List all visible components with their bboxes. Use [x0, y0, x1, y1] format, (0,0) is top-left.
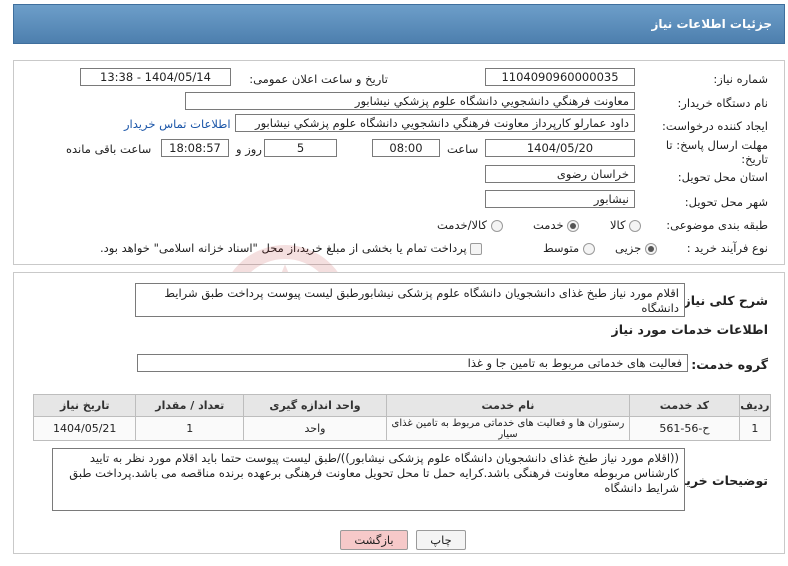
province-label: استان محل تحویل: — [677, 170, 768, 184]
days-field: 5 — [264, 139, 337, 157]
process-label: نوع فرآیند خرید : — [686, 241, 768, 255]
need-date-cell: 1404/05/21 — [32, 416, 137, 441]
need-number-label: شماره نیاز: — [713, 72, 768, 86]
services-section-title: اطلاعات خدمات مورد نیاز — [611, 322, 769, 337]
radio-selected-icon[interactable] — [567, 220, 580, 232]
qty-cell: 1 — [135, 416, 245, 441]
deadline-label: مهلت ارسال پاسخ: تا تاریخ: — [665, 138, 768, 166]
summary-label: شرح کلی نیاز: — [678, 293, 768, 308]
service-group-label: گروه خدمت: — [691, 357, 768, 372]
buyer-notes-textarea: ((اقلام مورد نیاز طبخ غذای دانشجویان دان… — [52, 448, 685, 511]
city-field: نيشابور — [485, 190, 635, 208]
service-name-cell: رستوران ها و فعالیت های خدماتی مربوط به … — [385, 416, 631, 441]
days-label: روز و — [236, 142, 262, 156]
category-label: طبقه بندی موضوعی: — [666, 218, 768, 232]
category-option-kala-khedmat[interactable]: کالا/خدمت — [437, 218, 503, 232]
radio-selected-icon[interactable] — [644, 243, 657, 255]
process-option-motevaset[interactable]: متوسط — [543, 241, 595, 255]
deadline-time-label: ساعت — [447, 142, 479, 156]
announce-label: تاریخ و ساعت اعلان عمومی: — [249, 72, 388, 86]
col-code-header: کد خدمت — [629, 394, 740, 417]
announce-datetime-field: 1404/05/14 - 13:38 — [80, 68, 231, 86]
table-row: 1 ح-56-561 رستوران ها و فعالیت های خدمات… — [32, 416, 772, 441]
service-code-cell: ح-56-561 — [629, 416, 740, 441]
buyer-contact-link[interactable]: اطلاعات تماس خریدار — [124, 117, 231, 131]
page-header: جزئیات اطلاعات نیاز — [13, 4, 785, 44]
row-number-cell: 1 — [738, 416, 772, 441]
checkbox-icon[interactable] — [470, 243, 483, 255]
deadline-time-field: 08:00 — [372, 139, 440, 157]
city-label: شهر محل تحویل: — [684, 195, 768, 209]
radio-icon[interactable] — [629, 220, 642, 232]
buyer-org-label: نام دستگاه خریدار: — [677, 96, 768, 110]
radio-icon[interactable] — [582, 243, 595, 255]
need-number-field: 1104090960000035 — [485, 68, 635, 86]
back-button[interactable]: بازگشت — [340, 530, 408, 550]
col-name-header: نام خدمت — [385, 394, 631, 417]
summary-textarea: اقلام مورد نیاز طبخ غذای دانشجویان دانشگ… — [135, 283, 685, 317]
creator-field: داود عمارلو كارپرداز معاونت فرهنگي دانشج… — [235, 114, 635, 132]
remaining-label: ساعت باقی مانده — [66, 142, 152, 156]
page-title: جزئیات اطلاعات نیاز — [651, 17, 772, 31]
buyer-org-field: معاونت فرهنگي دانشجويي دانشگاه علوم پزشك… — [185, 92, 635, 110]
services-table: ردیف کد خدمت نام خدمت واحد اندازه گیری ت… — [32, 394, 772, 441]
category-option-khedmat[interactable]: خدمت — [533, 218, 580, 232]
province-field: خراسان رضوی — [485, 165, 635, 183]
col-date-header: تاریخ نیاز — [32, 394, 137, 417]
radio-icon[interactable] — [490, 220, 503, 232]
service-group-field: فعالیت های خدماتی مربوط به تامین جا و غذ… — [137, 354, 688, 372]
print-button[interactable]: چاپ — [416, 530, 466, 550]
col-row-header: ردیف — [738, 394, 772, 417]
treasury-payment-option[interactable]: پرداخت تمام یا بخشی از مبلغ خرید،از محل … — [100, 241, 483, 255]
category-option-kala[interactable]: کالا — [610, 218, 642, 232]
remaining-time-field: 18:08:57 — [161, 139, 229, 157]
deadline-date-field: 1404/05/20 — [485, 139, 635, 157]
unit-cell: واحد — [243, 416, 387, 441]
col-qty-header: تعداد / مقدار — [135, 394, 245, 417]
process-option-jozii[interactable]: جزیی — [615, 241, 657, 255]
creator-label: ایجاد کننده درخواست: — [662, 119, 768, 133]
col-unit-header: واحد اندازه گیری — [243, 394, 387, 417]
table-header-row: ردیف کد خدمت نام خدمت واحد اندازه گیری ت… — [32, 394, 772, 417]
